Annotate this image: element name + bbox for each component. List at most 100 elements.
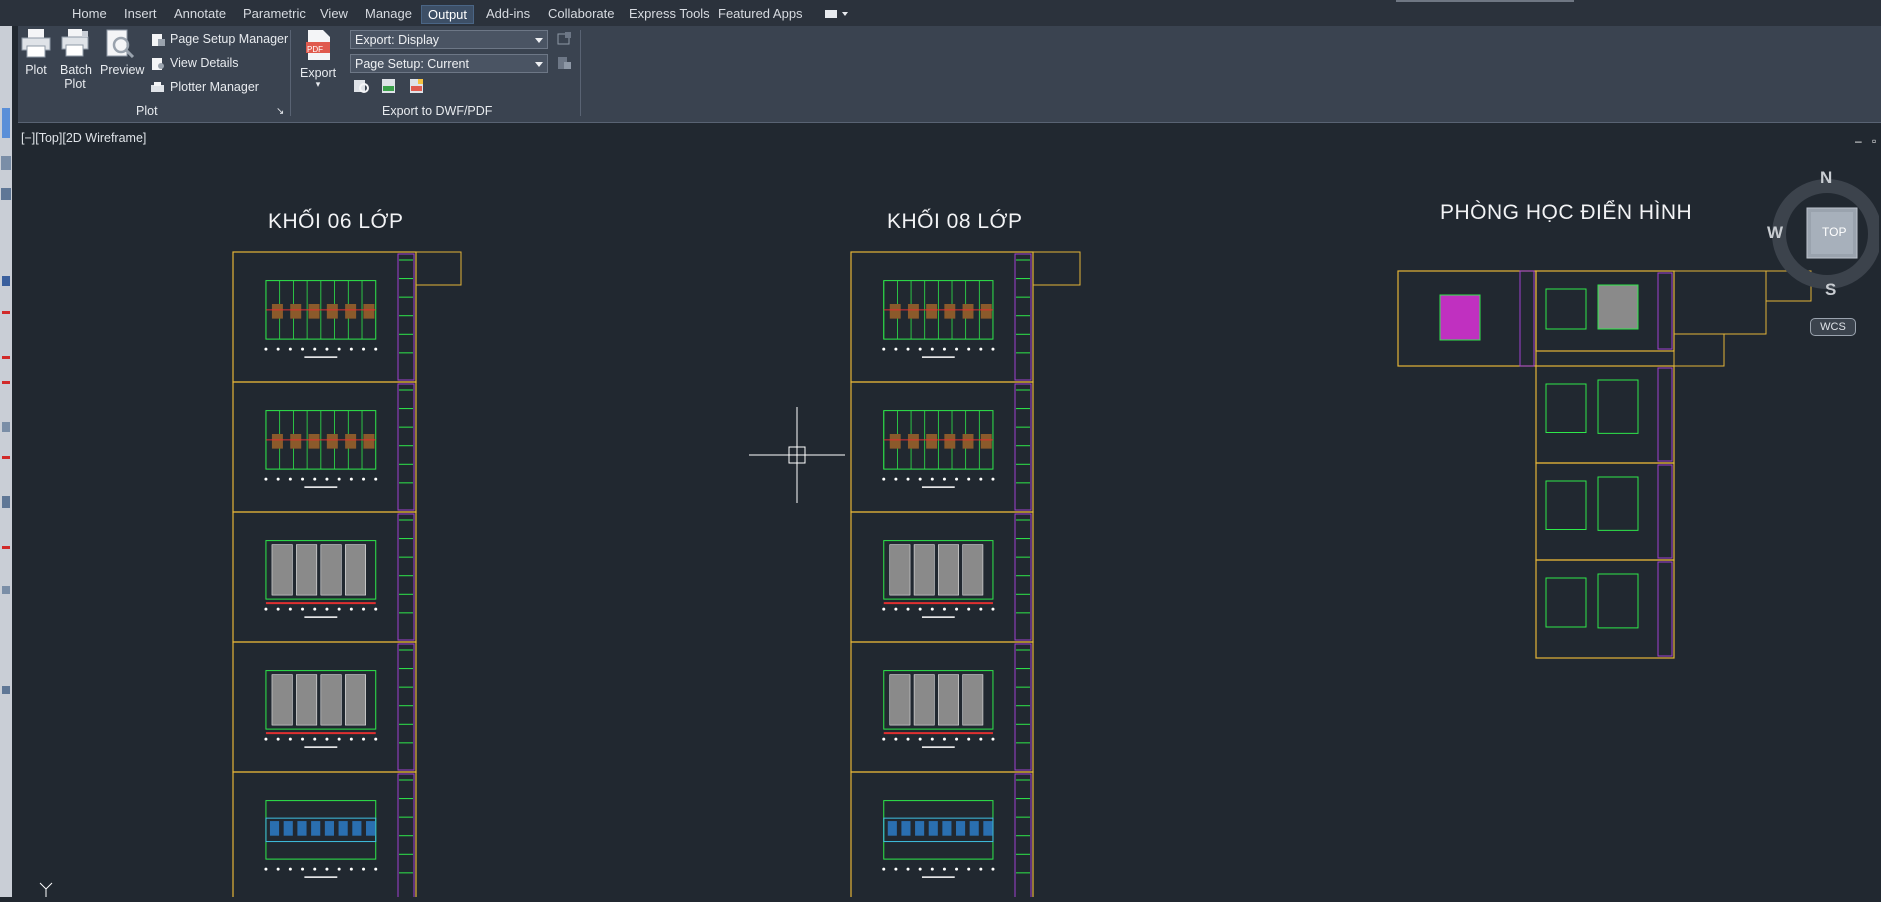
grid-bubble	[955, 607, 959, 611]
grid-bubble	[967, 477, 971, 481]
grid-bubble	[264, 347, 268, 351]
drawing-sheet	[1535, 365, 1675, 464]
plan-room-fill	[290, 304, 302, 319]
grid-bubble	[955, 347, 959, 351]
grid-bubble	[313, 737, 317, 741]
grid-bubble	[967, 607, 971, 611]
plan-roof-panel	[296, 674, 318, 726]
detail-sheet	[1673, 270, 1767, 335]
grid-bubble	[349, 477, 353, 481]
sheet-title-block	[1014, 383, 1032, 511]
viewcube-top-face[interactable]: TOP	[1822, 225, 1846, 239]
plan-roof-panel	[913, 674, 935, 726]
compass-north[interactable]: N	[1820, 168, 1832, 188]
elevation-window	[928, 821, 938, 836]
grid-bubble	[276, 607, 280, 611]
drawing-sheet	[232, 251, 417, 383]
elevation-window	[901, 821, 911, 836]
detail-drawing	[1597, 573, 1639, 629]
drawing-sheet	[232, 381, 417, 513]
grid-bubble	[918, 737, 922, 741]
grid-bubble	[374, 347, 378, 351]
compass-west[interactable]: W	[1767, 223, 1783, 243]
grid-bubble	[906, 737, 910, 741]
grid-bubble	[942, 347, 946, 351]
grid-bubble	[894, 737, 898, 741]
drawing-sheet	[1535, 559, 1675, 659]
grid-bubble	[930, 607, 934, 611]
sheet-title-block	[1014, 513, 1032, 641]
elevation-window	[311, 821, 321, 836]
sheet-title-block	[1014, 643, 1032, 771]
plan-room-fill	[345, 434, 357, 449]
grid-bubble	[930, 477, 934, 481]
elevation-window	[324, 821, 334, 836]
detail-drawing	[1597, 476, 1639, 531]
grid-bubble	[349, 867, 353, 871]
grid-bubble	[955, 477, 959, 481]
sheet-title-block	[397, 643, 415, 771]
grid-bubble	[276, 477, 280, 481]
grid-bubble	[991, 867, 995, 871]
grid-bubble	[374, 477, 378, 481]
grid-bubble	[288, 867, 292, 871]
grid-bubble	[301, 867, 305, 871]
drawing-sheet	[232, 771, 417, 897]
grid-bubble	[374, 867, 378, 871]
grid-bubble	[955, 867, 959, 871]
grid-bubble	[979, 347, 983, 351]
grid-bubble	[930, 867, 934, 871]
elevation-window	[956, 821, 966, 836]
grid-bubble	[362, 737, 366, 741]
plan-room-fill	[308, 434, 320, 449]
plan-roof-panel	[320, 544, 342, 596]
grid-bubble	[882, 347, 886, 351]
grid-bubble	[325, 737, 329, 741]
grid-bubble	[264, 737, 268, 741]
grid-bubble	[288, 347, 292, 351]
plan-roof-panel	[938, 544, 959, 596]
grid-bubble	[942, 477, 946, 481]
plan-room-fill	[962, 434, 974, 449]
grid-bubble	[362, 477, 366, 481]
grid-bubble	[991, 477, 995, 481]
sheet-title-block	[397, 253, 415, 381]
grid-bubble	[918, 347, 922, 351]
plan-roof-panel	[962, 544, 984, 596]
plan-roof-panel	[938, 674, 959, 726]
plan-roof-panel	[345, 544, 366, 596]
elevation-window	[887, 821, 897, 836]
grid-bubble	[991, 737, 995, 741]
grid-bubble	[967, 867, 971, 871]
plan-room-fill	[308, 304, 320, 319]
grid-bubble	[325, 867, 329, 871]
detail-drawing	[1597, 379, 1639, 434]
sheet-title-block	[1014, 253, 1032, 381]
grid-bubble	[882, 867, 886, 871]
grid-bubble	[337, 737, 341, 741]
plan-room-fill	[962, 304, 974, 319]
grid-bubble	[906, 347, 910, 351]
plan-room-fill	[944, 304, 956, 319]
plan-roof-panel	[913, 544, 935, 596]
grid-bubble	[979, 737, 983, 741]
drawing-linework	[39, 251, 1812, 897]
grid-bubble	[349, 737, 353, 741]
elevation-window	[352, 821, 362, 836]
compass-south[interactable]: S	[1825, 280, 1836, 300]
elevation-window	[915, 821, 925, 836]
plan-room-fill	[944, 434, 956, 449]
grid-bubble	[288, 607, 292, 611]
elevation-window	[969, 821, 979, 836]
grid-bubble	[264, 607, 268, 611]
grid-bubble	[906, 477, 910, 481]
ucs-icon	[39, 882, 53, 897]
grid-bubble	[991, 607, 995, 611]
grid-bubble	[362, 867, 366, 871]
grid-bubble	[264, 867, 268, 871]
sheet-title-block	[397, 383, 415, 511]
wcs-menu[interactable]: WCS	[1810, 318, 1856, 336]
grid-bubble	[374, 607, 378, 611]
grid-bubble	[894, 607, 898, 611]
plan-room-fill	[889, 304, 901, 319]
